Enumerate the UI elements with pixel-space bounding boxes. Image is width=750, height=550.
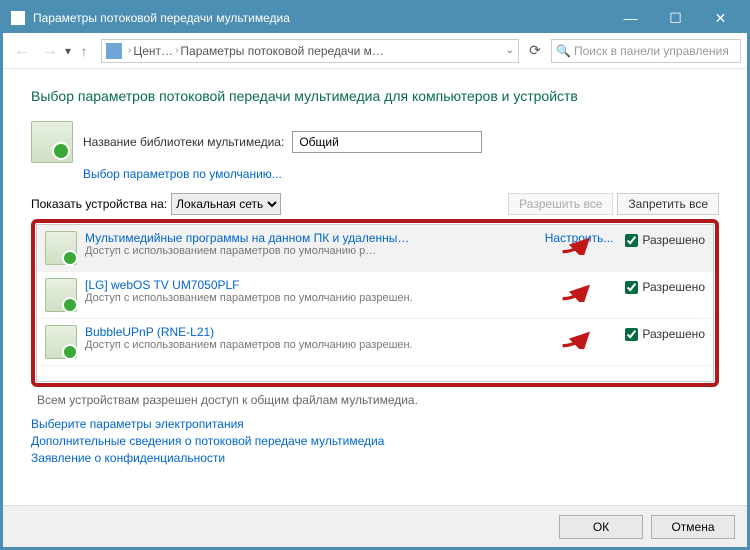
dialog-footer: ОК Отмена — [3, 505, 747, 547]
allowed-checkbox-input[interactable] — [625, 234, 638, 247]
breadcrumb-segment[interactable]: Цент… — [133, 44, 173, 58]
allowed-checkbox-input[interactable] — [625, 328, 638, 341]
ok-button[interactable]: ОК — [559, 515, 643, 539]
annotation-arrow-icon — [559, 282, 593, 302]
history-dropdown-icon[interactable]: ▾ — [65, 44, 71, 58]
allowed-checkbox[interactable]: Разрешено — [621, 278, 705, 297]
allowed-checkbox-input[interactable] — [625, 281, 638, 294]
library-name-label: Название библиотеки мультимедиа: — [83, 135, 284, 149]
device-title[interactable]: [LG] webOS TV UM7050PLF — [85, 278, 615, 292]
choose-defaults-link[interactable]: Выбор параметров по умолчанию... — [83, 167, 282, 181]
chevron-right-icon: › — [175, 45, 178, 56]
chevron-down-icon[interactable]: ⌄ — [506, 45, 514, 56]
annotation-arrow-icon — [559, 329, 593, 349]
device-panel-highlight: Мультимедийные программы на данном ПК и … — [31, 219, 719, 387]
back-button[interactable]: ← — [9, 38, 35, 64]
device-subtitle: Доступ с использованием параметров по ум… — [85, 245, 537, 257]
window-title: Параметры потоковой передачи мультимедиа — [33, 11, 290, 25]
allow-all-button[interactable]: Разрешить все — [508, 193, 613, 215]
power-options-link[interactable]: Выберите параметры электропитания — [31, 417, 719, 431]
privacy-link[interactable]: Заявление о конфиденциальности — [31, 451, 719, 465]
status-line: Всем устройствам разрешен доступ к общим… — [37, 393, 719, 407]
device-title[interactable]: Мультимедийные программы на данном ПК и … — [85, 231, 537, 245]
search-icon: 🔍 — [556, 44, 570, 58]
library-name-input[interactable] — [292, 131, 482, 153]
chevron-right-icon: › — [128, 45, 131, 56]
device-item[interactable]: [LG] webOS TV UM7050PLFДоступ с использо… — [37, 272, 713, 319]
forward-button[interactable]: → — [37, 38, 63, 64]
cancel-button[interactable]: Отмена — [651, 515, 735, 539]
library-icon — [31, 121, 73, 163]
nav-row: ← → ▾ ↑ › Цент… › Параметры потоковой пе… — [3, 33, 747, 69]
annotation-arrow-icon — [559, 235, 593, 255]
search-input[interactable]: 🔍 Поиск в панели управления — [551, 39, 741, 63]
more-info-link[interactable]: Дополнительные сведения о потоковой пере… — [31, 434, 719, 448]
device-subtitle: Доступ с использованием параметров по ум… — [85, 339, 615, 351]
allowed-label: Разрешено — [642, 233, 705, 247]
device-item[interactable]: Мультимедийные программы на данном ПК и … — [37, 225, 713, 272]
maximize-button[interactable]: ☐ — [653, 3, 698, 33]
show-devices-label: Показать устройства на: — [31, 197, 167, 211]
device-icon — [45, 231, 77, 265]
breadcrumb[interactable]: › Цент… › Параметры потоковой передачи м… — [101, 39, 519, 63]
close-button[interactable]: ✕ — [698, 3, 743, 33]
window-icon — [11, 11, 25, 25]
device-list[interactable]: Мультимедийные программы на данном ПК и … — [36, 224, 714, 382]
allowed-checkbox[interactable]: Разрешено — [621, 325, 705, 344]
device-icon — [45, 325, 77, 359]
allowed-checkbox[interactable]: Разрешено — [621, 231, 705, 250]
minimize-button[interactable]: — — [608, 3, 653, 33]
refresh-button[interactable]: ⟳ — [523, 42, 547, 59]
search-placeholder: Поиск в панели управления — [574, 44, 729, 58]
up-button[interactable]: ↑ — [73, 43, 95, 59]
page-title: Выбор параметров потоковой передачи муль… — [31, 87, 719, 107]
block-all-button[interactable]: Запретить все — [617, 193, 719, 215]
allowed-label: Разрешено — [642, 280, 705, 294]
titlebar: Параметры потоковой передачи мультимедиа… — [3, 3, 747, 33]
control-panel-icon — [106, 43, 122, 59]
device-title[interactable]: BubbleUPnP (RNE-L21) — [85, 325, 615, 339]
device-subtitle: Доступ с использованием параметров по ум… — [85, 292, 615, 304]
allowed-label: Разрешено — [642, 327, 705, 341]
scope-select[interactable]: Локальная сеть — [171, 193, 281, 215]
device-icon — [45, 278, 77, 312]
breadcrumb-segment[interactable]: Параметры потоковой передачи м… — [180, 44, 501, 58]
device-item[interactable]: BubbleUPnP (RNE-L21)Доступ с использован… — [37, 319, 713, 366]
